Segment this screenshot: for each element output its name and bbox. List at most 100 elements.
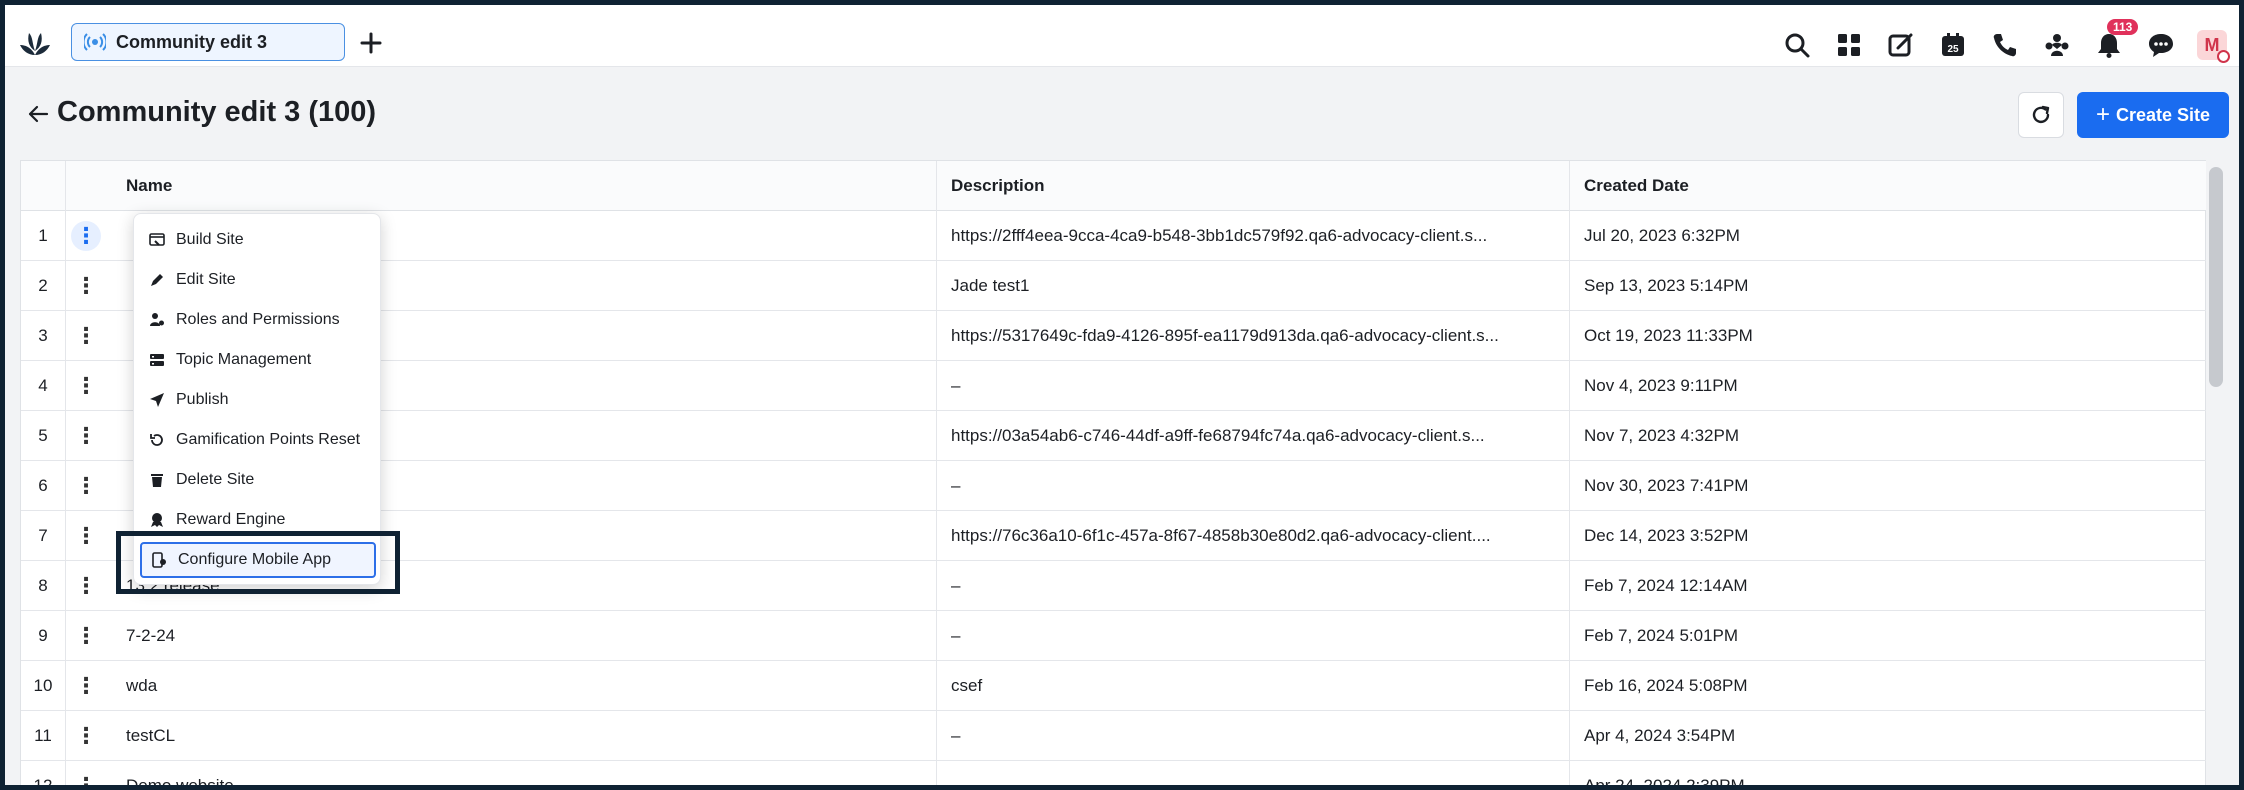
refresh-button[interactable] <box>2018 92 2064 138</box>
top-icon-bar: 25 113 M <box>1763 19 2239 63</box>
row-actions-kebab-icon[interactable]: ⋮ <box>71 221 101 251</box>
row-number: 3 <box>38 326 48 345</box>
plus-icon: + <box>2095 101 2110 128</box>
chat-icon[interactable] <box>2143 27 2179 63</box>
calendar-day: 25 <box>1947 44 1959 55</box>
menu-item-label: Topic Management <box>176 351 312 368</box>
site-description: https://76c36a10-6f1c-457a-8f67-4858b30e… <box>951 526 1491 545</box>
row-actions-kebab-icon[interactable]: ⋮ <box>71 571 101 601</box>
apps-grid-icon[interactable] <box>1831 27 1867 63</box>
menu-item-configure-mobile-app[interactable]: Configure Mobile App <box>140 542 376 578</box>
created-date: Feb 7, 2024 5:01PM <box>1584 626 1739 645</box>
trash-icon <box>148 471 166 489</box>
site-description: Jade test1 <box>951 276 1030 295</box>
row-number: 7 <box>38 526 48 545</box>
menu-item-publish[interactable]: Publish <box>140 382 376 418</box>
table-row[interactable]: 9 ⋮ 7-2-24 – Feb 7, 2024 5:01PM <box>21 611 2207 661</box>
site-description: https://2fff4eea-9cca-4ca9-b548-3bb1dc57… <box>951 226 1488 245</box>
row-actions-kebab-icon[interactable]: ⋮ <box>71 671 101 701</box>
phone-icon[interactable] <box>1987 27 2023 63</box>
menu-item-label: Gamification Points Reset <box>176 431 361 448</box>
community-icon[interactable] <box>2039 27 2075 63</box>
roles-icon <box>148 311 166 329</box>
row-number: 4 <box>38 376 48 395</box>
menu-item-gamification-points-reset[interactable]: Gamification Points Reset <box>140 422 376 458</box>
scrollbar-thumb[interactable] <box>2209 167 2223 387</box>
site-description: – <box>951 376 961 395</box>
row-number: 6 <box>38 476 48 495</box>
created-date: Feb 7, 2024 12:14AM <box>1584 576 1748 595</box>
bell-icon[interactable]: 113 <box>2091 19 2139 63</box>
site-description: – <box>951 576 961 595</box>
publish-icon <box>148 391 166 409</box>
menu-item-topic-management[interactable]: Topic Management <box>140 342 376 378</box>
mobile-config-icon <box>150 551 168 569</box>
table-row[interactable]: 10 ⋮ wda csef Feb 16, 2024 5:08PM <box>21 661 2207 711</box>
created-date: Oct 19, 2023 11:33PM <box>1584 326 1753 345</box>
created-date: Nov 4, 2023 9:11PM <box>1584 376 1738 395</box>
calendar-icon[interactable]: 25 <box>1935 27 1971 63</box>
created-date: Apr 24, 2024 2:39PM <box>1584 761 2164 785</box>
site-description: csef <box>951 676 983 695</box>
menu-item-delete-site[interactable]: Delete Site <box>140 462 376 498</box>
reset-icon <box>148 431 166 449</box>
created-date: Sep 13, 2023 5:14PM <box>1584 276 1749 295</box>
back-arrow-icon[interactable] <box>27 103 49 125</box>
created-date: Feb 16, 2024 5:08PM <box>1584 676 1748 695</box>
row-actions-kebab-icon[interactable]: ⋮ <box>71 521 101 551</box>
site-description: – <box>951 626 961 645</box>
site-name[interactable]: Demo website <box>126 761 646 785</box>
build-site-icon <box>148 231 166 249</box>
row-number: 9 <box>38 626 48 645</box>
column-header-created-date[interactable]: Created Date <box>1584 161 1689 211</box>
site-name[interactable]: wda <box>126 661 646 711</box>
broadcast-icon <box>84 33 106 51</box>
site-description: – <box>951 726 961 745</box>
reward-icon <box>148 511 166 529</box>
table-header: Name Description Created Date <box>21 161 2207 211</box>
table-row[interactable]: 12 ⋮ Demo website –Apr 24, 2024 2:39PM <box>21 761 2207 785</box>
row-actions-kebab-icon[interactable]: ⋮ <box>71 421 101 451</box>
row-number: 11 <box>34 726 52 745</box>
table-row[interactable]: 11 ⋮ testCL – Apr 4, 2024 3:54PM <box>21 711 2207 761</box>
site-name[interactable]: 7-2-24 <box>126 611 646 661</box>
site-name[interactable]: testCL <box>126 711 646 761</box>
created-date: Nov 7, 2023 4:32PM <box>1584 426 1739 445</box>
row-number: 12 <box>21 761 65 785</box>
row-actions-kebab-icon[interactable]: ⋮ <box>71 771 101 785</box>
search-icon[interactable] <box>1779 27 1815 63</box>
row-actions-kebab-icon[interactable]: ⋮ <box>71 621 101 651</box>
menu-item-label: Reward Engine <box>176 511 286 528</box>
created-date: Nov 30, 2023 7:41PM <box>1584 476 1749 495</box>
menu-item-label: Build Site <box>176 231 244 248</box>
menu-item-roles-and-permissions[interactable]: Roles and Permissions <box>140 302 376 338</box>
menu-item-reward-engine[interactable]: Reward Engine <box>140 502 376 538</box>
created-date: Jul 20, 2023 6:32PM <box>1584 226 1740 245</box>
row-number: 5 <box>38 426 48 445</box>
brand-logo-icon[interactable] <box>17 29 53 61</box>
app-window: Community edit 3 25 113 M Community edit… <box>5 5 2239 785</box>
menu-item-label: Edit Site <box>176 271 236 288</box>
menu-item-build-site[interactable]: Build Site <box>140 222 376 258</box>
page-title: Community edit 3 (100) <box>57 96 377 128</box>
menu-item-edit-site[interactable]: Edit Site <box>140 262 376 298</box>
top-bar: Community edit 3 25 113 M <box>5 5 2239 67</box>
row-actions-kebab-icon[interactable]: ⋮ <box>71 371 101 401</box>
row-actions-kebab-icon[interactable]: ⋮ <box>71 471 101 501</box>
notification-badge: 113 <box>2107 19 2139 35</box>
row-actions-kebab-icon[interactable]: ⋮ <box>71 271 101 301</box>
site-description: https://5317649c-fda9-4126-895f-ea1179d9… <box>951 326 1499 345</box>
avatar[interactable]: M <box>2197 30 2230 63</box>
site-description: – <box>951 476 961 495</box>
create-site-button[interactable]: + Create Site <box>2077 92 2229 138</box>
menu-item-label: Configure Mobile App <box>178 551 331 568</box>
add-tab-icon[interactable] <box>357 29 385 57</box>
row-actions-kebab-icon[interactable]: ⋮ <box>71 321 101 351</box>
tab-label: Community edit 3 <box>116 31 268 52</box>
row-number: 1 <box>38 226 48 245</box>
compose-icon[interactable] <box>1883 27 1919 63</box>
column-header-description[interactable]: Description <box>951 161 1045 211</box>
tab-community[interactable]: Community edit 3 <box>71 23 345 61</box>
column-header-name[interactable]: Name <box>126 161 172 211</box>
row-actions-kebab-icon[interactable]: ⋮ <box>71 721 101 751</box>
